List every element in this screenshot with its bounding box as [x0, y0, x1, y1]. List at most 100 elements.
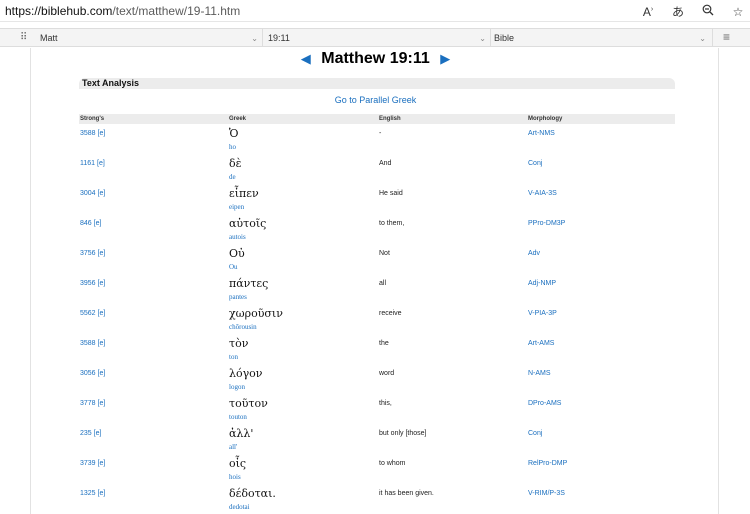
- transliteration-link[interactable]: de: [229, 173, 236, 181]
- table-row: 3004 [e] εἶπεν eipen He said V-AIA-3S: [79, 186, 675, 216]
- chevron-down-icon: ⌄: [251, 33, 258, 43]
- table-header: Strong's Greek English Morphology: [79, 114, 675, 124]
- transliteration-link[interactable]: logon: [229, 383, 245, 391]
- section-heading: Text Analysis: [79, 78, 675, 89]
- english-gloss: He said: [379, 190, 403, 197]
- morphology-link[interactable]: N-AMS: [528, 370, 551, 377]
- greek-word: ἀλλ': [229, 427, 254, 440]
- greek-word: αὐτοῖς: [229, 217, 267, 230]
- greek-word: εἶπεν: [229, 187, 259, 200]
- strongs-link[interactable]: 235 [e]: [80, 430, 101, 437]
- greek-word: πάντες: [229, 277, 269, 290]
- browser-toolbar-icons: A› あ ☆: [640, 3, 746, 20]
- transliteration-link[interactable]: touton: [229, 413, 247, 421]
- transliteration-link[interactable]: ho: [229, 143, 236, 151]
- english-gloss: receive: [379, 310, 402, 317]
- morphology-link[interactable]: Art-NMS: [528, 130, 555, 137]
- english-gloss: to them,: [379, 220, 405, 227]
- transliteration-link[interactable]: chōrousin: [229, 323, 257, 331]
- transliteration-link[interactable]: autois: [229, 233, 246, 241]
- header-strongs: Strong's: [80, 116, 105, 122]
- strongs-link[interactable]: 3778 [e]: [80, 400, 105, 407]
- transliteration-link[interactable]: all': [229, 443, 237, 451]
- chevron-down-icon: ⌄: [479, 33, 486, 43]
- morphology-link[interactable]: PPro-DM3P: [528, 220, 565, 227]
- english-gloss: And: [379, 160, 392, 167]
- divider: [490, 29, 491, 46]
- table-row: 3756 [e] Οὐ Ou Not Adv: [79, 246, 675, 276]
- table-row: 3056 [e] λόγον logon word N-AMS: [79, 366, 675, 396]
- morphology-link[interactable]: Conj: [528, 160, 542, 167]
- book-select[interactable]: Matt ⌄: [40, 32, 258, 44]
- strongs-link[interactable]: 3588 [e]: [80, 340, 105, 347]
- table-row: 5562 [e] χωροῦσιν chōrousin receive V-PIA-3P: [79, 306, 675, 336]
- translate-icon[interactable]: あ: [670, 3, 686, 20]
- strongs-link[interactable]: 3956 [e]: [80, 280, 105, 287]
- version-select-value: Bible: [494, 33, 515, 43]
- url-field[interactable]: https://biblehub.com/text/matthew/19-11.…: [5, 4, 240, 18]
- transliteration-link[interactable]: Ou: [229, 263, 238, 271]
- morphology-link[interactable]: V-AIA-3S: [528, 190, 557, 197]
- table-row: 846 [e] αὐτοῖς autois to them, PPro-DM3P: [79, 216, 675, 246]
- strongs-link[interactable]: 3588 [e]: [80, 130, 105, 137]
- header-greek: Greek: [229, 116, 247, 122]
- read-aloud-icon[interactable]: A›: [640, 5, 656, 19]
- table-row: 3588 [e] Ὁho - Art-NMS: [79, 126, 675, 156]
- table-row: 1161 [e] δὲ de And Conj: [79, 156, 675, 186]
- english-gloss: this,: [379, 400, 392, 407]
- previous-verse-icon[interactable]: ◀: [301, 51, 311, 66]
- english-gloss: to whom: [379, 460, 406, 467]
- table-row: 3956 [e] πάντες pantes all Adj-NMP: [79, 276, 675, 306]
- table-row: 3778 [e] τοῦτον touton this, DPro-AMS: [79, 396, 675, 426]
- table-row: 3739 [e] οἷς hois to whom RelPro-DMP: [79, 456, 675, 486]
- strongs-link[interactable]: 1161 [e]: [80, 160, 105, 167]
- morphology-link[interactable]: RelPro-DMP: [528, 460, 567, 467]
- greek-word: χωροῦσιν: [229, 307, 283, 320]
- transliteration-link[interactable]: pantes: [229, 293, 247, 301]
- strongs-link[interactable]: 3739 [e]: [80, 460, 105, 467]
- version-select[interactable]: Bible ⌄: [494, 32, 706, 44]
- transliteration-link[interactable]: hois: [229, 473, 241, 481]
- transliteration-link[interactable]: eipen: [229, 203, 244, 211]
- strongs-link[interactable]: 3056 [e]: [80, 370, 105, 377]
- greek-word: τὸν: [229, 337, 249, 350]
- morphology-link[interactable]: Conj: [528, 430, 542, 437]
- greek-word: δέδοται.: [229, 487, 276, 500]
- morphology-link[interactable]: DPro-AMS: [528, 400, 561, 407]
- english-gloss: -: [379, 130, 382, 137]
- morphology-link[interactable]: Art-AMS: [528, 340, 554, 347]
- transliteration-link[interactable]: dedotai: [229, 503, 250, 511]
- morphology-link[interactable]: V-RIM/P-3S: [528, 490, 565, 497]
- morphology-link[interactable]: V-PIA-3P: [528, 310, 557, 317]
- strongs-link[interactable]: 846 [e]: [80, 220, 101, 227]
- chevron-down-icon: ⌄: [699, 33, 706, 43]
- english-gloss: the: [379, 340, 389, 347]
- main-content: ◀ Matthew 19:11 ▶ Text Analysis Go to Pa…: [30, 48, 719, 514]
- zoom-out-icon[interactable]: [700, 4, 716, 19]
- strongs-link[interactable]: 3004 [e]: [80, 190, 105, 197]
- favorite-star-icon[interactable]: ☆: [730, 5, 746, 19]
- greek-word: δὲ: [229, 157, 242, 170]
- next-verse-icon[interactable]: ▶: [440, 51, 450, 66]
- verse-select-value: 19:11: [268, 33, 290, 43]
- url-path: /text/matthew/19-11.htm: [112, 4, 241, 18]
- morphology-link[interactable]: Adj-NMP: [528, 280, 556, 287]
- greek-word: Ὁ: [229, 127, 239, 140]
- english-gloss: word: [379, 370, 395, 377]
- strongs-link[interactable]: 1325 [e]: [80, 490, 105, 497]
- url-host: https://biblehub.com: [5, 4, 113, 18]
- strongs-link[interactable]: 5562 [e]: [80, 310, 105, 317]
- greek-word: Οὐ: [229, 247, 245, 260]
- grid-menu-icon[interactable]: ⠿: [20, 32, 27, 43]
- transliteration-link[interactable]: ton: [229, 353, 238, 361]
- morphology-link[interactable]: Adv: [528, 250, 540, 257]
- parallel-greek-link[interactable]: Go to Parallel Greek: [31, 95, 720, 105]
- verse-select[interactable]: 19:11 ⌄: [268, 32, 486, 44]
- strongs-link[interactable]: 3756 [e]: [80, 250, 105, 257]
- browser-address-bar: https://biblehub.com/text/matthew/19-11.…: [0, 0, 750, 22]
- verse-navigation-bar: ⠿ Matt ⌄ 19:11 ⌄ Bible ⌄ ≡: [0, 28, 750, 47]
- divider: [262, 29, 263, 46]
- table-row: 235 [e] ἀλλ' all' but only [those] Conj: [79, 426, 675, 456]
- book-select-value: Matt: [40, 33, 58, 43]
- hamburger-menu-icon[interactable]: ≡: [723, 30, 730, 44]
